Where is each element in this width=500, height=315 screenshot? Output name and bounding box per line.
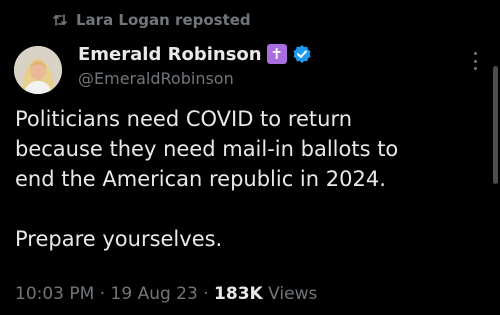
tweet-line: end the American republic in 2024. (15, 167, 386, 191)
meta-separator: · (99, 284, 106, 304)
cross-icon: ✝ (266, 44, 287, 64)
tweet-line: because they need mail-in ballots to (15, 137, 399, 161)
scrollbar-thumb[interactable] (493, 66, 498, 184)
tweet-line: Politicians need COVID to return (15, 107, 353, 131)
tweet-date[interactable]: 19 Aug 23 (111, 284, 198, 304)
tweet-meta: 10:03 PM · 19 Aug 23 · 183K Views (15, 284, 317, 304)
meta-separator: · (203, 284, 209, 304)
repost-icon (52, 12, 68, 28)
more-options-icon[interactable] (468, 52, 482, 70)
author-name-row: Emerald Robinson ✝ (78, 42, 312, 66)
repost-label: Lara Logan reposted (76, 11, 251, 29)
views-label: Views (268, 284, 318, 304)
tweet-time[interactable]: 10:03 PM (15, 284, 94, 304)
author-display-name[interactable]: Emerald Robinson (78, 44, 262, 65)
author-block: Emerald Robinson ✝ @EmeraldRobinson (78, 42, 312, 88)
tweet-closing-line: Prepare yourselves. (15, 227, 223, 251)
repost-indicator[interactable]: Lara Logan reposted (52, 9, 251, 31)
avatar[interactable] (14, 46, 62, 94)
author-handle[interactable]: @EmeraldRobinson (78, 69, 312, 88)
verified-badge-icon[interactable] (292, 44, 312, 64)
view-count: 183K (214, 284, 263, 304)
tweet-text: Politicians need COVID to return because… (15, 104, 485, 254)
